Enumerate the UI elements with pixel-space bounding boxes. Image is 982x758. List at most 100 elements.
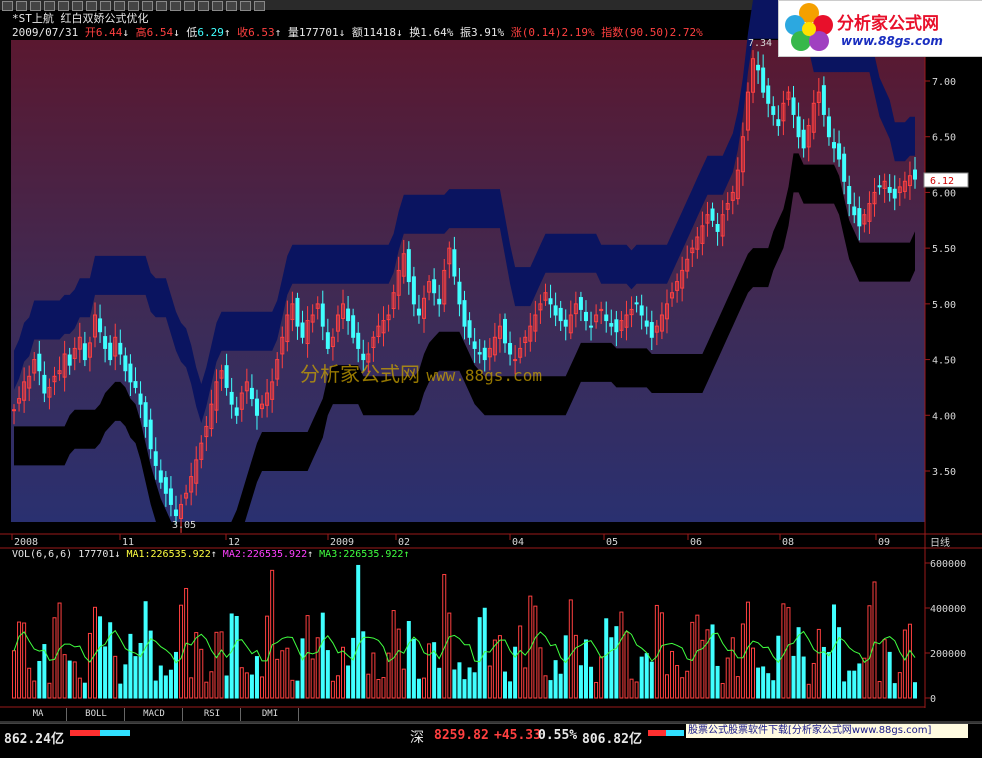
volume-bar <box>715 665 720 699</box>
tab-macd[interactable]: MACD <box>126 708 183 721</box>
volume-bar <box>315 637 320 699</box>
tab-dmi[interactable]: DMI <box>242 708 299 721</box>
price-axis: 7.00 6.50 6.00 5.50 5.00 4.50 4.00 3.50 <box>925 77 956 478</box>
volume-bar <box>882 639 887 699</box>
time-tick-label: 08 <box>782 537 794 548</box>
volume-bar <box>629 678 634 699</box>
price-tick-label: 4.50 <box>932 356 956 367</box>
sz-breadth-up <box>648 730 666 736</box>
arrow-down-icon: ↓ <box>173 26 180 39</box>
candle-body <box>42 374 47 394</box>
volume-bar <box>472 672 477 699</box>
high-label: 高 <box>135 26 147 39</box>
volume-bar <box>685 670 690 699</box>
arrow-up-icon: ↑ <box>223 26 231 39</box>
candle-body <box>821 85 826 115</box>
open-label: 开 <box>84 26 96 39</box>
time-tick-label: 04 <box>512 537 524 548</box>
candle-body <box>852 206 857 216</box>
turnover-label: 换 <box>409 26 421 39</box>
volume-bar <box>406 620 411 699</box>
volume-ma1: MA1:226535.922 <box>126 549 211 560</box>
volume-bar <box>913 682 917 699</box>
candle-body <box>558 307 563 322</box>
tab-ma[interactable]: MA <box>10 708 67 721</box>
volume-bar <box>776 635 781 699</box>
volume-bar <box>244 672 249 699</box>
volume-bar <box>543 675 548 699</box>
volume-bar <box>199 648 204 699</box>
candle-body <box>634 302 639 305</box>
candle-body <box>346 308 351 322</box>
candle-body <box>887 187 892 193</box>
candle-body <box>37 353 42 372</box>
arrow-up-icon: ↑ <box>210 549 217 560</box>
volume-bar <box>128 633 133 699</box>
volume-bar <box>832 604 837 699</box>
candle-body <box>548 298 553 305</box>
volume-bar <box>123 664 128 699</box>
volume-bar <box>553 660 558 699</box>
volume-bar <box>346 665 351 699</box>
volume-bar <box>462 679 467 699</box>
candle-body <box>98 318 103 333</box>
amp-label: 振 <box>459 26 471 39</box>
sh-amount: 862.24亿 <box>4 732 64 747</box>
amt-label: 额 <box>351 26 363 39</box>
volume-bar <box>740 623 745 699</box>
tab-boll[interactable]: BOLL <box>68 708 125 721</box>
period-label[interactable]: 日线 <box>930 536 950 549</box>
volume-bar <box>447 612 452 699</box>
volume-bar <box>300 638 305 699</box>
arrow-up-icon: ↑ <box>307 549 314 560</box>
candle-body <box>457 281 462 305</box>
price-tick-label: 6.00 <box>932 188 956 199</box>
candle-body <box>857 208 862 227</box>
candle-body <box>771 106 776 115</box>
candle-body <box>229 391 234 405</box>
volume-bar <box>664 674 669 699</box>
download-banner[interactable]: 股票公式股票软件下载[分析家公式网www.88gs.com] <box>686 724 968 738</box>
open-value: 6.44 <box>95 26 123 39</box>
candle-body <box>644 320 649 327</box>
volume-bar <box>163 675 168 699</box>
candle-body <box>452 249 457 277</box>
volume-bar <box>852 670 857 699</box>
volume-bar <box>305 615 310 699</box>
volume-bar <box>12 650 16 699</box>
volume-bar <box>619 611 624 699</box>
candle-body <box>462 300 467 327</box>
price-tick-label: 3.50 <box>932 467 956 478</box>
volume-bar <box>897 672 902 699</box>
vol-label: 量 <box>287 26 299 39</box>
candle-body <box>163 477 168 494</box>
volume-bar <box>351 637 356 699</box>
candle-body <box>563 319 568 327</box>
sz-breadth-down <box>666 730 684 736</box>
price-tick-label: 7.00 <box>932 77 956 88</box>
volume-bar <box>573 634 578 699</box>
volume-bar <box>138 642 143 699</box>
chg-label: 涨 <box>510 26 522 39</box>
vol-value: 177701 <box>298 26 339 39</box>
candle-body <box>325 332 330 349</box>
candle-body <box>416 308 421 316</box>
candle-body <box>715 223 720 232</box>
high-value: 6.54 <box>146 26 174 39</box>
volume-bar <box>887 651 892 699</box>
volume-bar <box>103 646 108 699</box>
candle-body <box>406 249 411 283</box>
candle-body <box>847 186 852 205</box>
arrow-up-icon: ↑ <box>274 26 282 39</box>
time-tick-label: 02 <box>398 537 410 548</box>
volume-bar <box>487 665 492 699</box>
candle-body <box>173 509 178 517</box>
volume-tick-label: 200000 <box>930 649 966 660</box>
arrow-down-icon: ↓ <box>122 26 129 39</box>
price-tick-label: 6.50 <box>932 133 956 144</box>
time-axis: 2008 11 12 2009 02 04 05 06 08 09 <box>11 534 890 548</box>
tab-rsi[interactable]: RSI <box>184 708 241 721</box>
candle-body <box>583 311 588 322</box>
volume-bar <box>87 632 92 699</box>
volume-bar <box>422 677 427 699</box>
